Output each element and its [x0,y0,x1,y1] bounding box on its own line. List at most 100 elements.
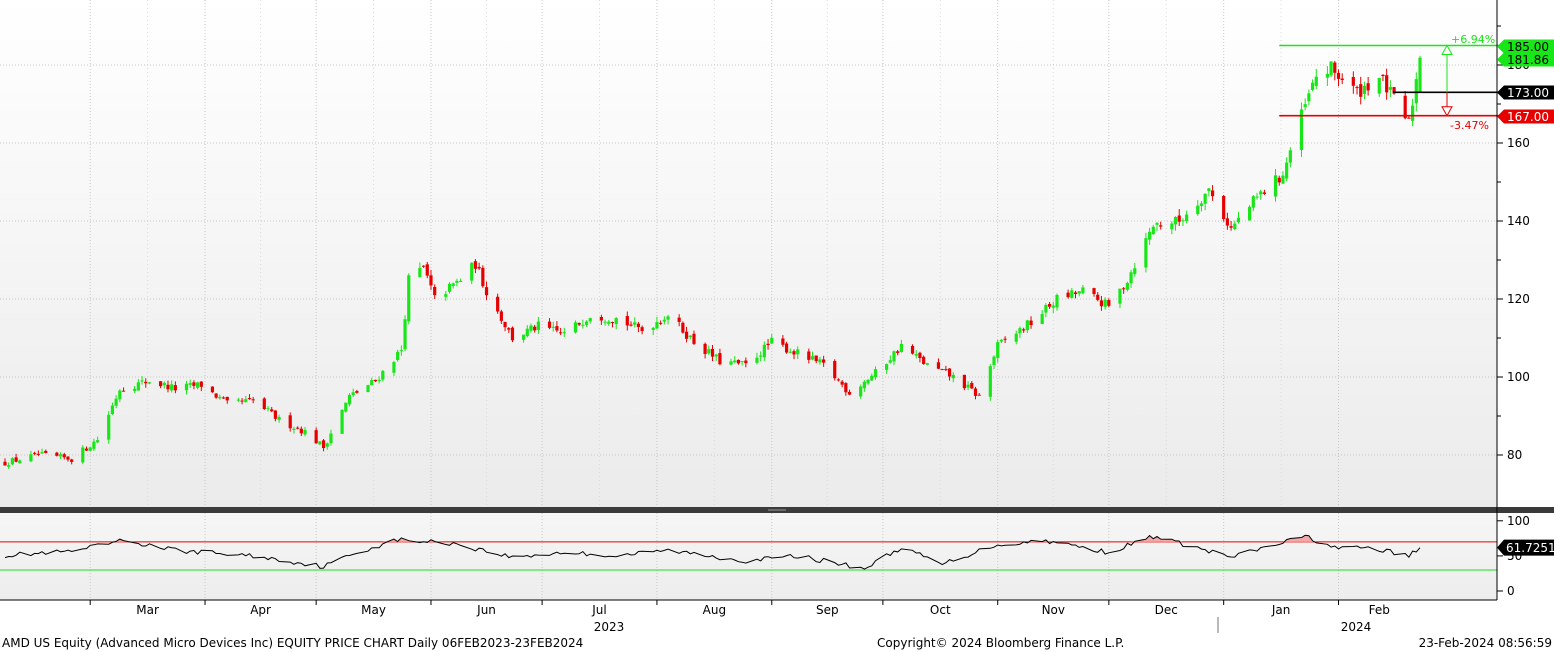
candle-body [84,448,89,451]
candle-body [688,335,692,338]
candle-body [1047,303,1052,307]
candle-body [844,383,848,393]
candle-body [577,322,581,325]
candle-body [118,390,122,400]
candle-body [996,342,1000,358]
candle-body [477,266,481,269]
gain-annotation: +6.94% [1451,33,1495,46]
candle-body [1381,74,1385,77]
x-month-label: Oct [930,603,951,617]
candle-body [399,350,403,352]
candle-body [1359,84,1363,97]
candle-body [40,452,44,454]
candle-body [1155,223,1159,225]
candle-body [1170,223,1174,230]
candle-body [3,461,7,466]
candle-body [144,381,148,384]
candle-body [1303,104,1307,108]
candle-body [703,343,707,354]
candle-body [973,388,978,396]
candle-body [225,396,229,401]
candle-body [1103,299,1107,307]
y-tick-label: 140 [1507,214,1530,228]
y-tick-label: 160 [1507,136,1530,150]
candle-body [1081,287,1085,294]
candle-body [847,391,852,395]
candle-body [396,351,400,361]
candle-body [1225,218,1229,226]
candle-body [833,361,837,379]
candle-body [659,322,663,324]
candle-body [529,325,533,331]
candle-body [507,328,511,330]
candle-body [81,447,85,463]
candle-body [677,317,681,322]
candle-body [58,454,63,457]
candle-body [784,343,789,353]
candle-body [1092,288,1096,295]
candle-body [329,433,333,444]
candle-body [814,355,818,362]
candle-body [1366,83,1370,91]
candle-body [351,392,355,396]
candle-body [503,321,507,328]
x-month-label: Feb [1369,603,1390,617]
candle-body [951,374,955,379]
rsi-last-value: 61.7251 [1506,541,1554,555]
candle-body [810,356,815,360]
candle-body [1351,77,1355,86]
candle-body [866,379,870,384]
candle-body [536,321,541,331]
candle-body [651,327,655,330]
candle-body [1281,175,1285,184]
price-level-value: 173.00 [1507,86,1549,100]
x-axis-ticks: Mar Apr May Jun Jul Aug Sep Oct Nov Dec Jan Feb 2023… [89,600,1390,634]
candle-body [1029,320,1033,326]
candle-body [14,457,18,462]
candle-body [614,318,618,325]
candle-body [714,354,718,357]
candle-body [303,429,307,435]
candle-body [947,368,952,377]
price-level-value: 181.86 [1507,53,1549,67]
candle-body [444,294,448,297]
candle-body [1262,192,1267,194]
candle-body [681,322,685,333]
candle-body [1177,215,1181,222]
candle-body [1025,320,1029,331]
candle-body [314,430,318,444]
candle-body [1414,79,1418,104]
candle-body [1310,82,1315,90]
candle-body [988,366,992,397]
candle-body [740,361,744,363]
candle-body [1385,75,1389,93]
candle-body [10,458,15,465]
candle-body [55,452,59,456]
candle-body [421,265,426,267]
candle-body [459,280,463,282]
candle-body [640,327,644,332]
candle-body [525,328,529,337]
candle-body [1277,177,1281,183]
candle-body [636,323,641,328]
candle-body [766,343,770,346]
candle-body [170,384,174,391]
candle-body [1229,226,1233,228]
candle-body [755,357,759,363]
candle-body [1199,203,1204,206]
candle-body [240,400,244,402]
x-year-label: 2024 [1341,620,1372,634]
candle-body [1185,214,1189,221]
candle-body [1207,188,1211,192]
candle-body [914,354,918,356]
x-month-label: Dec [1155,603,1178,617]
candle-body [629,324,633,326]
candle-body [999,339,1004,342]
candle-body [873,369,878,378]
candle-body [162,382,166,386]
rsi-y-tick-label: 100 [1507,514,1530,528]
candle-body [114,398,118,406]
candle-body [1203,193,1207,204]
candle-body [147,382,152,384]
x-month-label: May [361,603,386,617]
